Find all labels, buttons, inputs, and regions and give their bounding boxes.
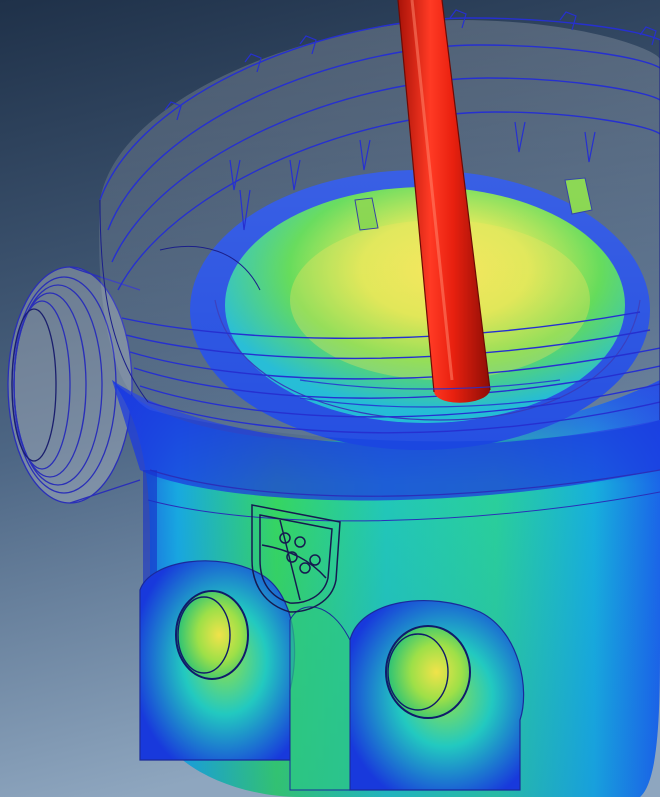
center-rib xyxy=(289,606,351,791)
mounting-boss-right xyxy=(349,600,525,791)
fea-render xyxy=(0,0,660,797)
simulation-viewport xyxy=(0,0,660,797)
mounting-boss-left xyxy=(139,560,296,761)
